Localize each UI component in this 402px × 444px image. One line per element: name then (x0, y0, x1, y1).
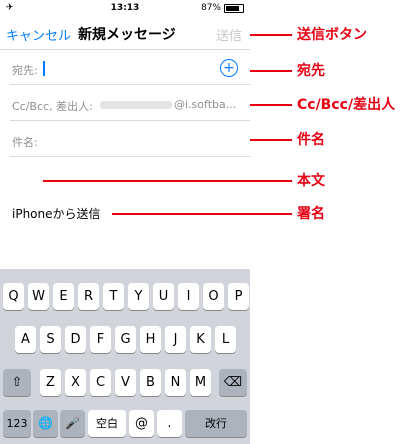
microphone-icon[interactable]: 🎤 (60, 410, 85, 437)
key-t[interactable]: T (103, 283, 124, 310)
page-title: 新規メッセージ (78, 27, 176, 43)
send-button[interactable]: 送信 (216, 25, 242, 44)
key-w[interactable]: W (28, 283, 49, 310)
period-key[interactable]: . (157, 410, 182, 437)
globe-icon[interactable]: 🌐 (33, 410, 58, 437)
body-annotation-line (43, 180, 292, 182)
add-contact-icon[interactable]: + (220, 59, 238, 77)
key-l[interactable]: L (215, 326, 236, 353)
key-e[interactable]: E (53, 283, 74, 310)
send-annotation: 送信ボタン (297, 27, 367, 43)
iphone-screen: ✈ 13:13 87% キャンセル 新規メッセージ 送信 宛先: + Cc/Bc… (0, 0, 250, 444)
key-a[interactable]: A (15, 326, 36, 353)
subject-annotation: 件名 (297, 132, 325, 148)
signature-annotation: 署名 (297, 206, 325, 222)
key-x[interactable]: X (65, 369, 86, 396)
key-o[interactable]: O (203, 283, 224, 310)
text-cursor (43, 61, 45, 76)
key-i[interactable]: I (178, 283, 199, 310)
status-bar: ✈ 13:13 87% (0, 0, 250, 16)
keyboard: Q W E R T Y U I O P A S D F G H J K L ⇧ … (0, 269, 250, 444)
key-b[interactable]: B (140, 369, 161, 396)
key-p[interactable]: P (228, 283, 249, 310)
key-k[interactable]: K (190, 326, 211, 353)
to-annotation: 宛先 (297, 63, 325, 79)
key-m[interactable]: M (190, 369, 211, 396)
at-key[interactable]: @ (129, 410, 154, 437)
numbers-key[interactable]: 123 (3, 410, 31, 437)
cc-bcc-from-field[interactable]: Cc/Bcc, 差出人: @i.softba... (0, 86, 250, 121)
key-c[interactable]: C (90, 369, 111, 396)
to-annotation-line (250, 70, 292, 72)
key-q[interactable]: Q (3, 283, 24, 310)
body-annotation: 本文 (297, 173, 325, 189)
subject-label: 件名: (12, 136, 38, 149)
to-label: 宛先: (12, 64, 38, 77)
cc-label: Cc/Bcc, 差出人: (12, 100, 93, 113)
space-key[interactable]: 空白 (88, 410, 126, 437)
return-key[interactable]: 改行 (185, 410, 247, 437)
backspace-key[interactable]: ⌫ (219, 369, 247, 396)
battery-icon (224, 3, 244, 13)
key-h[interactable]: H (140, 326, 161, 353)
battery-percent: 87% (200, 3, 221, 13)
signature-annotation-line (112, 213, 292, 215)
key-g[interactable]: G (115, 326, 136, 353)
key-r[interactable]: R (78, 283, 99, 310)
subject-field[interactable]: 件名: (0, 122, 250, 157)
send-annotation-line (250, 34, 292, 36)
navigation-bar: キャンセル 新規メッセージ 送信 (0, 16, 250, 50)
cc-annotation: Cc/Bcc/差出人 (297, 97, 396, 113)
signature-text: iPhoneから送信 (12, 207, 101, 221)
cc-annotation-line (250, 104, 292, 106)
key-y[interactable]: Y (128, 283, 149, 310)
subject-annotation-line (250, 139, 292, 141)
cancel-button[interactable]: キャンセル (6, 25, 71, 44)
key-v[interactable]: V (115, 369, 136, 396)
from-address: @i.softba... (100, 98, 236, 111)
to-field[interactable]: 宛先: + (0, 50, 250, 85)
key-u[interactable]: U (153, 283, 174, 310)
key-s[interactable]: S (40, 326, 61, 353)
key-n[interactable]: N (165, 369, 186, 396)
key-j[interactable]: J (165, 326, 186, 353)
battery-indicator: 87% (201, 3, 244, 13)
key-f[interactable]: F (90, 326, 111, 353)
key-z[interactable]: Z (40, 369, 61, 396)
shift-key[interactable]: ⇧ (3, 369, 31, 396)
key-d[interactable]: D (65, 326, 86, 353)
